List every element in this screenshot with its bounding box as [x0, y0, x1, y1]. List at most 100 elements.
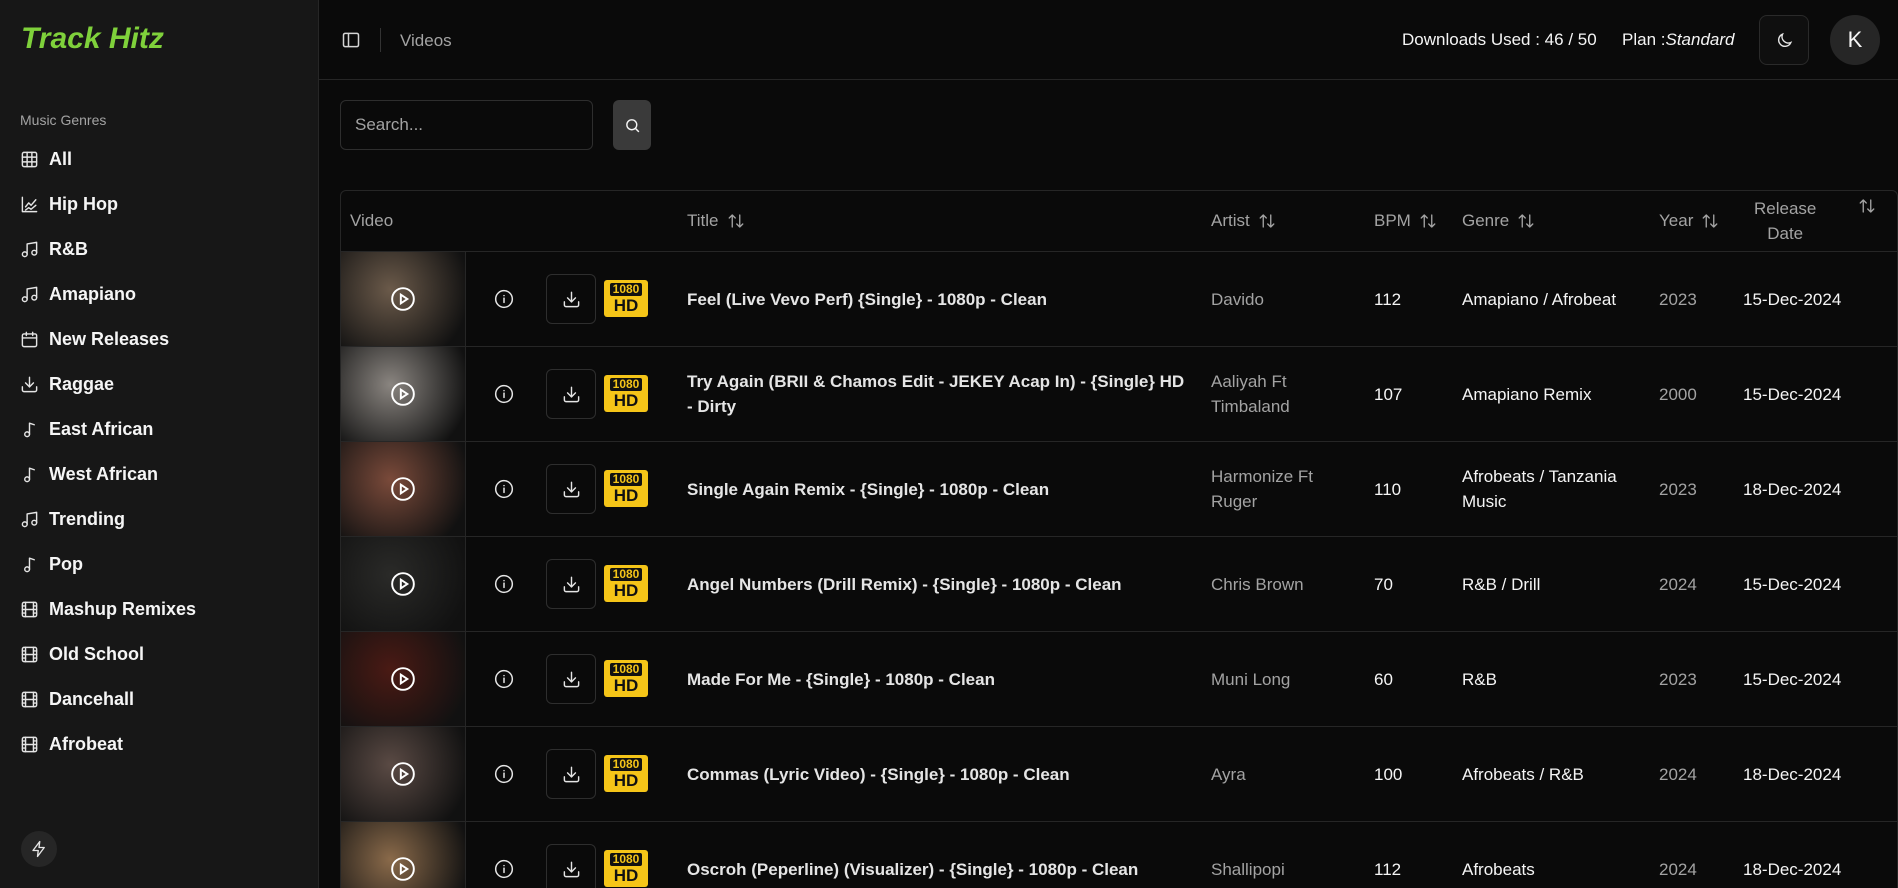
play-icon[interactable] [390, 666, 416, 692]
sidebar-item-label: New Releases [49, 329, 170, 349]
column-release-label-2: Date [1767, 224, 1804, 243]
download-button[interactable] [546, 559, 596, 609]
table-row[interactable]: 1080 HD Try Again (BRII & Chamos Edit - JE… [341, 347, 1897, 442]
sort-icon[interactable] [1517, 212, 1535, 230]
sidebar-item-trending[interactable]: Trending [20, 497, 196, 542]
sidebar-item-mashup-remixes[interactable]: Mashup Remixes [20, 587, 196, 632]
download-icon [563, 386, 579, 402]
sidebar-item-dancehall[interactable]: Dancehall [20, 677, 196, 722]
table-row[interactable]: 1080 HD Single Again Remix - {Single} - 10… [341, 442, 1897, 537]
sort-icon[interactable] [1419, 212, 1437, 230]
download-button[interactable] [546, 464, 596, 514]
video-thumbnail[interactable] [341, 822, 466, 888]
sidebar-item-pop[interactable]: Pop [20, 542, 196, 587]
search-input[interactable] [340, 100, 593, 150]
play-icon[interactable] [390, 286, 416, 312]
plan-value: Standard [1665, 30, 1735, 49]
hd-badge-quality: HD [613, 486, 639, 505]
play-icon[interactable] [390, 856, 416, 882]
sidebar-item-new-releases[interactable]: New Releases [20, 317, 196, 362]
info-icon[interactable] [494, 384, 514, 404]
video-thumbnail[interactable] [341, 727, 466, 821]
download-button[interactable] [546, 369, 596, 419]
cell-title[interactable]: Commas (Lyric Video) - {Single} - 1080p … [687, 727, 1187, 821]
play-icon[interactable] [390, 476, 416, 502]
cell-genre: Afrobeats / Tanzania Music [1462, 467, 1617, 511]
cell-title[interactable]: Oscroh (Peperline) (Visualizer) - {Singl… [687, 822, 1187, 888]
info-icon[interactable] [494, 289, 514, 309]
cell-title[interactable]: Angel Numbers (Drill Remix) - {Single} -… [687, 537, 1187, 631]
info-icon[interactable] [494, 764, 514, 784]
sort-icon[interactable] [727, 212, 745, 230]
cell-year: 2024 [1659, 574, 1697, 594]
sidebar-item-amapiano[interactable]: Amapiano [20, 272, 196, 317]
sidebar-item-old-school[interactable]: Old School [20, 632, 196, 677]
video-thumbnail[interactable] [341, 442, 466, 536]
sidebar-item-label: Mashup Remixes [49, 599, 197, 619]
download-button[interactable] [546, 274, 596, 324]
hd-badge-quality: HD [613, 391, 639, 410]
cell-title[interactable]: Single Again Remix - {Single} - 1080p - … [687, 442, 1187, 536]
table-row[interactable]: 1080 HD Commas (Lyric Video) - {Single} - … [341, 727, 1897, 822]
column-year[interactable]: Year [1659, 211, 1719, 231]
sidebar-item-raggae[interactable]: Raggae [20, 362, 196, 407]
bolt-button[interactable] [21, 831, 57, 867]
sidebar-item-r-b[interactable]: R&B [20, 227, 196, 272]
column-artist[interactable]: Artist [1211, 211, 1276, 231]
info-icon[interactable] [494, 669, 514, 689]
play-icon[interactable] [390, 571, 416, 597]
sidebar-item-afrobeat[interactable]: Afrobeat [20, 722, 196, 767]
play-icon[interactable] [390, 381, 416, 407]
sidebar-item-label: Hip Hop [49, 194, 118, 214]
sidebar-item-east-african[interactable]: East African [20, 407, 196, 452]
download-button[interactable] [546, 749, 596, 799]
cell-bpm: 112 [1374, 289, 1402, 309]
cell-title[interactable]: Made For Me - {Single} - 1080p - Clean [687, 632, 1187, 726]
download-icon [20, 375, 39, 394]
cell-year: 2024 [1659, 859, 1697, 879]
download-icon [563, 291, 579, 307]
cell-artist: Harmonize Ft Ruger [1211, 467, 1314, 511]
sort-icon[interactable] [1701, 212, 1719, 230]
hd-badge-resolution: 1080 [609, 758, 643, 771]
hd-badge-quality: HD [613, 866, 639, 885]
cell-title[interactable]: Try Again (BRII & Chamos Edit - JEKEY Ac… [687, 347, 1187, 441]
breadcrumb[interactable]: Videos [400, 31, 452, 51]
cell-title[interactable]: Feel (Live Vevo Perf) {Single} - 1080p -… [687, 252, 1187, 346]
table-row[interactable]: 1080 HD Oscroh (Peperline) (Visualizer) - … [341, 822, 1897, 888]
column-release-date[interactable]: Release Date [1754, 196, 1816, 246]
table-row[interactable]: 1080 HD Made For Me - {Single} - 1080p - C… [341, 632, 1897, 727]
download-button[interactable] [546, 844, 596, 888]
column-title[interactable]: Title [687, 211, 745, 231]
table-row[interactable]: 1080 HD Feel (Live Vevo Perf) {Single} - 1… [341, 252, 1897, 347]
video-thumbnail[interactable] [341, 537, 466, 631]
download-button[interactable] [546, 654, 596, 704]
avatar[interactable]: K [1830, 15, 1880, 65]
hd-badge: 1080 HD [604, 850, 648, 887]
cell-artist: Aaliyah Ft Timbaland [1211, 372, 1290, 416]
video-thumbnail[interactable] [341, 632, 466, 726]
brand-logo[interactable]: Track Hitz [21, 22, 164, 56]
cell-artist: Chris Brown [1211, 574, 1304, 594]
column-bpm[interactable]: BPM [1374, 211, 1437, 231]
video-thumbnail[interactable] [341, 347, 466, 441]
table-row[interactable]: 1080 HD Angel Numbers (Drill Remix) - {Sin… [341, 537, 1897, 632]
cell-artist: Ayra [1211, 764, 1246, 784]
cell-artist: Shallipopi [1211, 859, 1285, 879]
video-thumbnail[interactable] [341, 252, 466, 346]
info-icon[interactable] [494, 479, 514, 499]
info-icon[interactable] [494, 574, 514, 594]
column-genre[interactable]: Genre [1462, 211, 1535, 231]
sidebar-item-west-african[interactable]: West African [20, 452, 196, 497]
sidebar-toggle-button[interactable] [341, 30, 361, 50]
sidebar-item-all[interactable]: All [20, 137, 196, 182]
play-icon[interactable] [390, 761, 416, 787]
cell-release-date: 15-Dec-2024 [1743, 574, 1842, 594]
info-icon[interactable] [494, 859, 514, 879]
sidebar: Track Hitz Music Genres All Hip Hop R&B Ama… [0, 0, 319, 888]
sort-icon[interactable] [1858, 197, 1876, 215]
sort-icon[interactable] [1258, 212, 1276, 230]
search-button[interactable] [613, 100, 651, 150]
theme-toggle-button[interactable] [1759, 15, 1809, 65]
sidebar-item-hip-hop[interactable]: Hip Hop [20, 182, 196, 227]
